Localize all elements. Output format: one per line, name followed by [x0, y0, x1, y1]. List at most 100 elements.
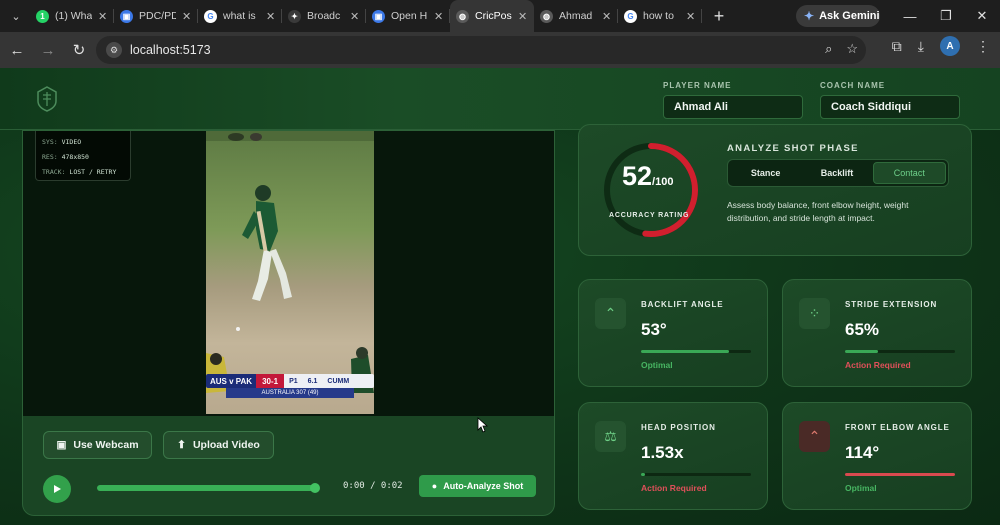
score-powerplay: P1: [289, 377, 298, 385]
score-teams: AUS v PAK: [206, 374, 257, 388]
extensions-icon[interactable]: ⧉: [892, 38, 902, 55]
metric-bar-fill: [845, 350, 878, 353]
close-tab-icon[interactable]: ✕: [182, 10, 192, 23]
address-bar[interactable]: ⚙ localhost:5173 ⌕ ☆: [96, 36, 866, 64]
browser-menu-icon[interactable]: ⋮: [976, 38, 990, 55]
phase-stance[interactable]: Stance: [730, 162, 801, 184]
close-tab-icon[interactable]: ✕: [518, 10, 528, 23]
auto-analyze-button[interactable]: ● Auto-Analyze Shot: [419, 475, 536, 497]
phase-selector: Stance Backlift Contact: [727, 159, 949, 187]
metric-card: ⌃ FRONT ELBOW ANGLE 114° Optimal: [782, 402, 972, 510]
phase-description: Assess body balance, front elbow height,…: [727, 200, 909, 223]
accuracy-label: ACCURACY RATING: [609, 212, 690, 219]
hud-track-key: TRACK:: [42, 168, 66, 176]
balance-scale-icon: ⚖: [595, 421, 626, 452]
player-name-input[interactable]: Ahmad Ali: [663, 95, 803, 119]
restore-button[interactable]: ❐: [928, 0, 964, 32]
profile-avatar[interactable]: A: [940, 36, 960, 56]
browser-tab[interactable]: ◍ CricPos ✕: [450, 0, 534, 32]
downloads-icon[interactable]: ⤓: [918, 38, 924, 55]
play-button[interactable]: [43, 475, 71, 503]
ask-gemini-button[interactable]: ✦ Ask Gemini: [796, 5, 880, 27]
metric-status: Action Required: [641, 483, 707, 493]
metric-card: ⌃ BACKLIFT ANGLE 53° Optimal: [578, 279, 768, 387]
upload-video-label: Upload Video: [192, 439, 260, 451]
metric-value: 65%: [845, 320, 880, 339]
use-webcam-button[interactable]: ▣ Use Webcam: [43, 431, 152, 459]
player-name-label: PLAYER NAME: [663, 81, 732, 90]
reload-button[interactable]: ↻: [65, 36, 93, 64]
metric-value: 114°: [845, 443, 880, 462]
browser-tab-title: how to: [643, 10, 674, 22]
site-info-icon[interactable]: ⚙: [106, 42, 122, 58]
tab-search-button[interactable]: ⌄: [2, 4, 30, 28]
close-window-button[interactable]: ✕: [964, 0, 1000, 32]
chevron-up-icon: ⌃: [595, 298, 626, 329]
upload-video-button[interactable]: ⬆ Upload Video: [163, 431, 274, 459]
footprints-icon: ⁘: [799, 298, 830, 329]
chevron-up-icon: ⌃: [799, 421, 830, 452]
metric-status: Action Required: [845, 360, 911, 370]
browser-tab[interactable]: ◍ Ahmad ✕: [534, 0, 618, 32]
new-tab-button[interactable]: +: [706, 3, 732, 29]
metric-bar: [641, 350, 751, 353]
batter-figure: [206, 133, 374, 393]
video-viewport[interactable]: SYS: VIDEO RES: 478x850 TRACK: LOST / RE…: [23, 131, 554, 416]
browser-tab[interactable]: ▣ Open H ✕: [366, 0, 450, 32]
metric-title: STRIDE EXTENSION: [845, 300, 938, 309]
phase-backlift[interactable]: Backlift: [801, 162, 872, 184]
progress-knob[interactable]: [310, 483, 320, 493]
classroom-icon: ▣: [372, 9, 385, 23]
google-icon: G: [204, 9, 217, 23]
back-button[interactable]: ←: [3, 36, 31, 64]
bookmark-star-icon[interactable]: ☆: [846, 41, 858, 57]
cricpose-app: PLAYER NAME Ahmad Ali COACH NAME Coach S…: [0, 68, 1000, 525]
video-progress-bar[interactable]: [97, 483, 320, 493]
progress-fill: [97, 485, 315, 491]
phase-contact[interactable]: Contact: [872, 162, 946, 184]
score-target: AUSTRALIA 307 (49): [226, 388, 354, 398]
close-tab-icon[interactable]: ✕: [266, 10, 276, 23]
accuracy-value: 52: [622, 161, 653, 191]
browser-tab[interactable]: ✦ Broadc ✕: [282, 0, 366, 32]
accuracy-phase-card: 52/100 ACCURACY RATING ANALYZE SHOT PHAS…: [578, 124, 972, 256]
close-tab-icon[interactable]: ✕: [350, 10, 360, 23]
close-tab-icon[interactable]: ✕: [434, 10, 444, 23]
coach-name-input[interactable]: Coach Siddiqui: [820, 95, 960, 119]
app-header: PLAYER NAME Ahmad Ali COACH NAME Coach S…: [0, 68, 1000, 130]
close-tab-icon[interactable]: ✕: [602, 10, 612, 23]
metric-bar: [845, 350, 955, 353]
metric-status: Optimal: [845, 483, 877, 493]
tv-scoreboard: AUS v PAK 30-1 P1 6.1 CUMM AUSTRALIA 307…: [206, 374, 374, 400]
url-text: localhost:5173: [130, 43, 211, 57]
analyze-icon: ●: [431, 481, 438, 491]
metric-bar-fill: [641, 350, 729, 353]
accuracy-denominator: /100: [652, 176, 674, 188]
close-tab-icon[interactable]: ✕: [686, 10, 696, 23]
browser-tab[interactable]: 1 (1) Wha ✕: [30, 0, 114, 32]
forward-button[interactable]: →: [34, 36, 62, 64]
score-overs: 6.1: [307, 377, 318, 385]
hud-res-value: 478x850: [61, 153, 89, 161]
zoom-icon[interactable]: ⌕: [825, 41, 832, 57]
score-side: CUMM: [327, 377, 350, 385]
minimize-button[interactable]: —: [892, 0, 928, 32]
video-panel: SYS: VIDEO RES: 478x850 TRACK: LOST / RE…: [22, 130, 555, 516]
browser-tab[interactable]: Ghow to ✕: [618, 0, 702, 32]
globe-icon: ◍: [456, 9, 469, 23]
system-hud: SYS: VIDEO RES: 478x850 TRACK: LOST / RE…: [35, 131, 131, 181]
ask-gemini-label: Ask Gemini: [819, 10, 880, 22]
browser-tab[interactable]: ▣ PDC/PD ✕: [114, 0, 198, 32]
close-tab-icon[interactable]: ✕: [98, 10, 108, 23]
metric-bar-fill: [641, 473, 646, 476]
metric-card: ⚖ HEAD POSITION 1.53x Action Required: [578, 402, 768, 510]
browser-tab[interactable]: Gwhat is ✕: [198, 0, 282, 32]
hud-res-key: RES:: [42, 153, 58, 161]
coach-name-label: COACH NAME: [820, 81, 886, 90]
browser-tab-title: Ahmad: [559, 10, 593, 22]
upload-icon: ⬆: [177, 439, 186, 451]
tab-list: 1 (1) Wha ✕ ▣ PDC/PD ✕ Gwhat is ✕ ✦ Broadc ✕ ▣ Open …: [30, 0, 702, 32]
metric-value: 1.53x: [641, 443, 684, 462]
browser-toolbar: ← → ↻ ⚙ localhost:5173 ⌕ ☆ ⧉ ⤓ A ⋮: [0, 32, 1000, 68]
gemini-icon: ✦: [288, 9, 301, 23]
